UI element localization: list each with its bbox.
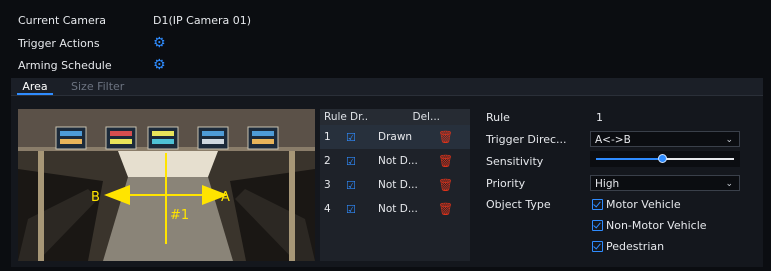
header-delete: Del... <box>412 111 440 123</box>
object-type-label: Object Type <box>486 198 551 211</box>
current-camera-value: D1(IP Camera 01) <box>153 13 252 27</box>
delete-trash-icon[interactable]: 🗑 <box>438 178 468 192</box>
checkbox-motor-vehicle[interactable]: Motor Vehicle <box>592 198 681 211</box>
video-preview[interactable]: B A #1 <box>18 109 315 261</box>
direction-a-label: A <box>221 190 230 205</box>
trigger-direction-select[interactable]: A<->B ⌄ <box>590 131 740 147</box>
slider-handle[interactable] <box>657 154 667 163</box>
current-camera-label: Current Camera <box>18 13 106 27</box>
delete-trash-icon[interactable]: 🗑 <box>438 154 468 168</box>
rule-number: 1 <box>324 131 331 143</box>
checkbox-label: Pedestrian <box>606 240 665 253</box>
tab-bar: Area Size Filter <box>11 78 763 96</box>
trigger-actions-row: Trigger Actions ⚙ <box>18 33 166 53</box>
checkbox-pedestrian[interactable]: Pedestrian <box>592 240 664 253</box>
header-draw: Dr.. <box>350 111 369 123</box>
arming-schedule-label: Arming Schedule <box>18 58 112 72</box>
table-row[interactable]: 4 ☑ Not D... 🗑 <box>320 197 470 221</box>
checkbox-non-motor-vehicle[interactable]: Non-Motor Vehicle <box>592 219 707 232</box>
draw-status: Not D... <box>378 179 418 191</box>
delete-trash-icon[interactable]: 🗑 <box>438 202 468 216</box>
rule-value: 1 <box>596 111 603 124</box>
chevron-down-icon: ⌄ <box>725 135 733 145</box>
trigger-actions-gear-icon[interactable]: ⚙ <box>153 36 166 50</box>
sensitivity-label: Sensitivity <box>486 155 544 168</box>
table-row[interactable]: 2 ☑ Not D... 🗑 <box>320 149 470 173</box>
checkbox-label: Motor Vehicle <box>606 198 681 211</box>
arming-schedule-row: Arming Schedule ⚙ <box>18 55 166 75</box>
rules-table-header: Rule Dr.. Del... <box>320 109 470 125</box>
priority-value: High <box>595 178 620 190</box>
direction-b-label: B <box>91 190 100 205</box>
sensitivity-slider[interactable] <box>590 151 740 167</box>
table-row[interactable]: 1 ☑ Drawn 🗑 <box>320 125 470 149</box>
checkbox-label: Non-Motor Vehicle <box>606 219 707 232</box>
draw-status: Not D... <box>378 203 418 215</box>
trigger-direction-value: A<->B <box>595 134 631 146</box>
slider-fill <box>596 158 663 160</box>
trigger-direction-label: Trigger Direc... <box>486 133 567 146</box>
table-row[interactable]: 3 ☑ Not D... 🗑 <box>320 173 470 197</box>
priority-select[interactable]: High ⌄ <box>590 175 740 191</box>
rule-number: 3 <box>324 179 331 191</box>
current-camera-row: Current Camera D1(IP Camera 01) <box>18 10 251 30</box>
trigger-actions-label: Trigger Actions <box>18 36 100 50</box>
rule-number: 2 <box>324 155 331 167</box>
delete-trash-icon[interactable]: 🗑 <box>438 130 468 144</box>
rule-label: Rule <box>486 111 510 124</box>
draw-edit-icon[interactable]: ☑ <box>346 155 378 168</box>
draw-status: Drawn <box>378 131 413 143</box>
rule-number: 4 <box>324 203 331 215</box>
priority-label: Priority <box>486 177 526 190</box>
draw-edit-icon[interactable]: ☑ <box>346 131 378 144</box>
checkbox-checked-icon <box>592 220 603 231</box>
checkbox-checked-icon <box>592 199 603 210</box>
video-scene: B A #1 <box>18 109 315 261</box>
tab-size-filter[interactable]: Size Filter <box>71 78 124 95</box>
line-number-label: #1 <box>170 208 189 223</box>
rules-table: Rule Dr.. Del... 1 ☑ Drawn 🗑 2 ☑ Not D..… <box>320 109 470 261</box>
header-rule: Rule <box>324 111 347 123</box>
draw-status: Not D... <box>378 155 418 167</box>
draw-edit-icon[interactable]: ☑ <box>346 203 378 216</box>
chevron-down-icon: ⌄ <box>725 179 733 189</box>
tab-area[interactable]: Area <box>11 78 59 95</box>
arming-schedule-gear-icon[interactable]: ⚙ <box>153 58 166 72</box>
draw-edit-icon[interactable]: ☑ <box>346 179 378 192</box>
checkbox-checked-icon <box>592 241 603 252</box>
